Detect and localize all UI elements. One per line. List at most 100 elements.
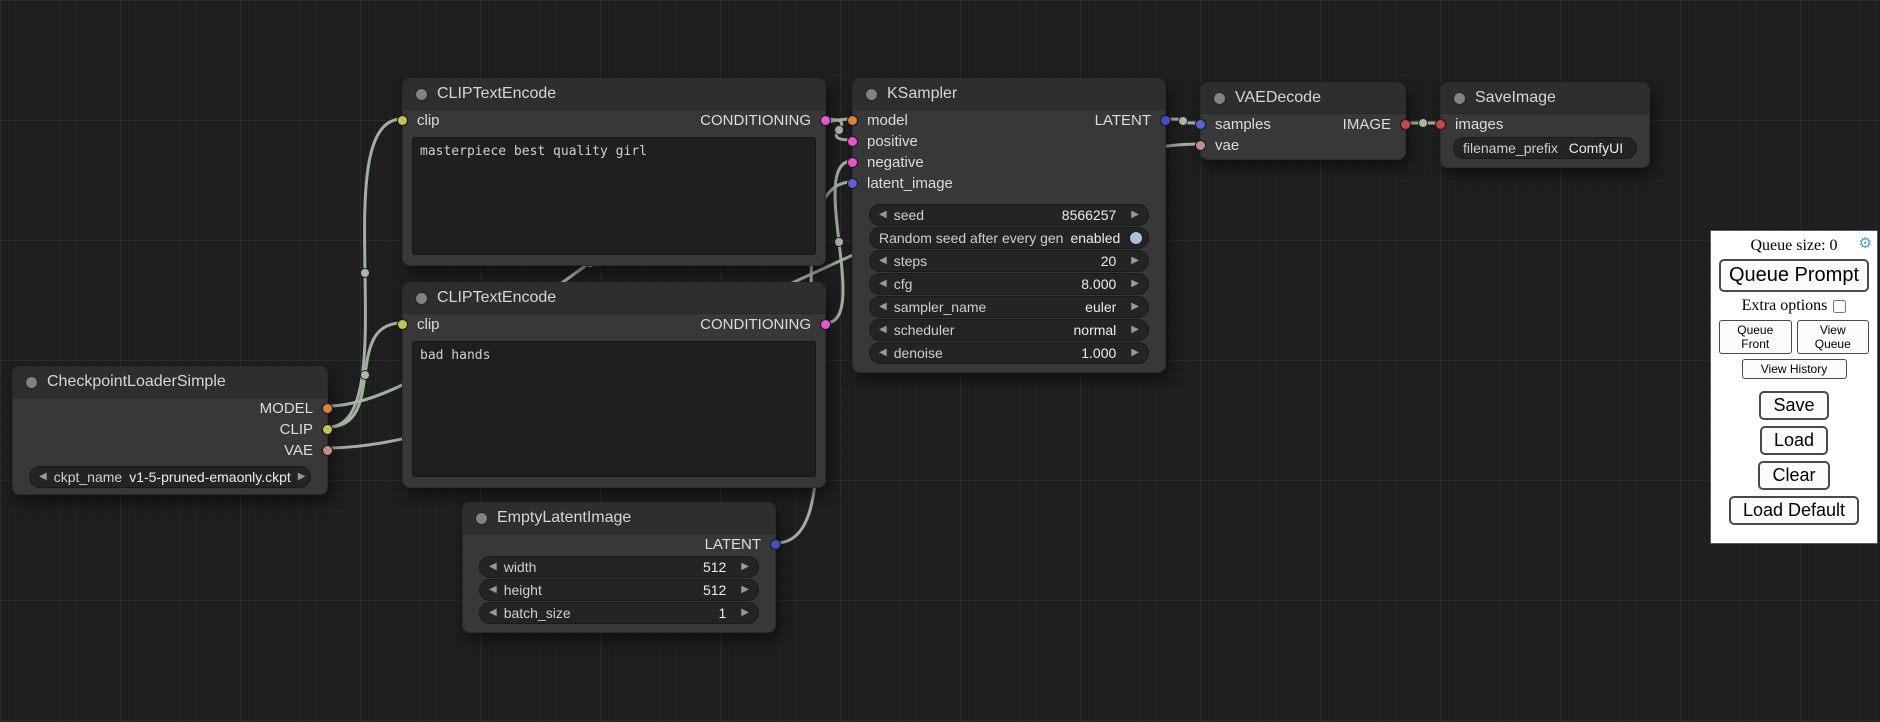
collapse-dot-icon[interactable] (25, 376, 38, 389)
input-slot-vae[interactable] (1195, 140, 1206, 151)
widget-name: seed (894, 207, 924, 223)
decrement-arrow-icon[interactable]: ◀ (489, 585, 497, 595)
input-label-positive: positive (867, 133, 918, 150)
next-option-arrow-icon[interactable]: ▶ (1131, 325, 1139, 335)
clear-button[interactable]: Clear (1758, 461, 1829, 490)
widget-name: steps (894, 253, 927, 269)
load-button[interactable]: Load (1760, 426, 1828, 455)
node-title-bar[interactable]: CLIPTextEncode (403, 283, 825, 314)
batch-size-widget[interactable]: ◀ batch_size 1 ▶ (479, 602, 759, 624)
node-vae-decode[interactable]: VAEDecode samples IMAGE vae (1200, 82, 1406, 160)
node-clip-text-encode-positive[interactable]: CLIPTextEncode clip CONDITIONING masterp… (402, 78, 826, 266)
cfg-widget[interactable]: ◀ cfg 8.000 ▶ (869, 273, 1149, 295)
increment-arrow-icon[interactable]: ▶ (741, 608, 749, 618)
decrement-arrow-icon[interactable]: ◀ (489, 608, 497, 618)
node-title-bar[interactable]: EmptyLatentImage (463, 503, 775, 534)
prev-option-arrow-icon[interactable]: ◀ (879, 302, 887, 312)
collapse-dot-icon[interactable] (1213, 92, 1226, 105)
collapse-dot-icon[interactable] (415, 88, 428, 101)
input-slot-model[interactable] (847, 115, 858, 126)
output-label-clip: CLIP (280, 421, 313, 438)
load-default-button[interactable]: Load Default (1729, 496, 1859, 525)
negative-prompt-textarea[interactable]: bad hands (412, 341, 816, 477)
input-slot-latent-image[interactable] (847, 178, 858, 189)
sampler-name-widget[interactable]: ◀ sampler_name euler ▶ (869, 296, 1149, 318)
toggle-knob[interactable] (1129, 231, 1143, 245)
save-button[interactable]: Save (1759, 391, 1828, 420)
denoise-widget[interactable]: ◀ denoise 1.000 ▶ (869, 342, 1149, 364)
increment-arrow-icon[interactable]: ▶ (1131, 210, 1139, 220)
node-save-image[interactable]: SaveImage images filename_prefix ComfyUI (1440, 82, 1650, 168)
node-title-bar[interactable]: SaveImage (1441, 83, 1649, 114)
settings-gear-icon[interactable]: ⚙ (1859, 236, 1872, 251)
increment-arrow-icon[interactable]: ▶ (1131, 256, 1139, 266)
widget-name: sampler_name (894, 299, 987, 315)
output-label-conditioning: CONDITIONING (700, 316, 811, 333)
widget-value: v1-5-pruned-emaonly.ckpt (129, 469, 291, 485)
height-widget[interactable]: ◀ height 512 ▶ (479, 579, 759, 601)
output-label-latent: LATENT (705, 536, 761, 553)
collapse-dot-icon[interactable] (865, 88, 878, 101)
queue-size-label: Queue size: 0 (1750, 237, 1837, 254)
prev-option-arrow-icon[interactable]: ◀ (39, 472, 47, 482)
comfy-menu-panel: Queue size: 0 ⚙ Queue Prompt Extra optio… (1710, 230, 1878, 544)
increment-arrow-icon[interactable]: ▶ (741, 562, 749, 572)
comfyui-canvas[interactable]: CheckpointLoaderSimple MODEL CLIP VAE ◀ … (0, 0, 1880, 722)
node-title: SaveImage (1475, 89, 1556, 107)
collapse-dot-icon[interactable] (1453, 92, 1466, 105)
increment-arrow-icon[interactable]: ▶ (1131, 348, 1139, 358)
next-option-arrow-icon[interactable]: ▶ (1131, 302, 1139, 312)
widget-value: 512 (543, 559, 734, 575)
next-option-arrow-icon[interactable]: ▶ (298, 472, 306, 482)
output-slot-latent[interactable] (770, 539, 781, 550)
decrement-arrow-icon[interactable]: ◀ (489, 562, 497, 572)
ckpt-name-widget[interactable]: ◀ ckpt_name v1-5-pruned-emaonly.ckpt ▶ (29, 466, 311, 488)
decrement-arrow-icon[interactable]: ◀ (879, 348, 887, 358)
node-title: EmptyLatentImage (497, 509, 631, 527)
width-widget[interactable]: ◀ width 512 ▶ (479, 556, 759, 578)
increment-arrow-icon[interactable]: ▶ (741, 585, 749, 595)
output-slot-image[interactable] (1400, 119, 1411, 130)
steps-widget[interactable]: ◀ steps 20 ▶ (869, 250, 1149, 272)
input-slot-positive[interactable] (847, 136, 858, 147)
increment-arrow-icon[interactable]: ▶ (1131, 279, 1139, 289)
node-graph-canvas[interactable]: CheckpointLoaderSimple MODEL CLIP VAE ◀ … (0, 0, 1880, 722)
output-slot-model[interactable] (322, 403, 333, 414)
node-title-bar[interactable]: CheckpointLoaderSimple (13, 367, 327, 398)
input-slot-images[interactable] (1435, 119, 1446, 130)
view-history-button[interactable]: View History (1742, 359, 1847, 379)
decrement-arrow-icon[interactable]: ◀ (879, 256, 887, 266)
positive-prompt-textarea[interactable]: masterpiece best quality girl (412, 137, 816, 255)
decrement-arrow-icon[interactable]: ◀ (879, 210, 887, 220)
input-slot-negative[interactable] (847, 157, 858, 168)
queue-prompt-button[interactable]: Queue Prompt (1719, 259, 1869, 292)
input-slot-clip[interactable] (397, 115, 408, 126)
view-queue-button[interactable]: View Queue (1797, 320, 1870, 354)
collapse-dot-icon[interactable] (415, 292, 428, 305)
output-slot-latent[interactable] (1160, 115, 1171, 126)
node-empty-latent-image[interactable]: EmptyLatentImage LATENT ◀ width 512 ▶ ◀ … (462, 502, 776, 633)
input-slot-samples[interactable] (1195, 119, 1206, 130)
node-title-bar[interactable]: KSampler (853, 79, 1165, 110)
extra-options-label: Extra options (1742, 297, 1828, 315)
node-ksampler[interactable]: KSampler model LATENT positive negative … (852, 78, 1166, 373)
queue-front-button[interactable]: Queue Front (1719, 320, 1792, 354)
output-label-image: IMAGE (1343, 116, 1391, 133)
seed-widget[interactable]: ◀ seed 8566257 ▶ (869, 204, 1149, 226)
output-slot-conditioning[interactable] (820, 319, 831, 330)
node-title-bar[interactable]: CLIPTextEncode (403, 79, 825, 110)
output-slot-conditioning[interactable] (820, 115, 831, 126)
node-title-bar[interactable]: VAEDecode (1201, 83, 1405, 114)
input-slot-clip[interactable] (397, 319, 408, 330)
filename-prefix-widget[interactable]: filename_prefix ComfyUI (1453, 137, 1637, 159)
extra-options-checkbox[interactable] (1833, 300, 1846, 313)
output-slot-clip[interactable] (322, 424, 333, 435)
decrement-arrow-icon[interactable]: ◀ (879, 279, 887, 289)
random-seed-toggle-widget[interactable]: Random seed after every gen enabled (869, 227, 1149, 249)
collapse-dot-icon[interactable] (475, 512, 488, 525)
node-checkpoint-loader[interactable]: CheckpointLoaderSimple MODEL CLIP VAE ◀ … (12, 366, 328, 495)
output-slot-vae[interactable] (322, 445, 333, 456)
node-clip-text-encode-negative[interactable]: CLIPTextEncode clip CONDITIONING bad han… (402, 282, 826, 488)
prev-option-arrow-icon[interactable]: ◀ (879, 325, 887, 335)
scheduler-widget[interactable]: ◀ scheduler normal ▶ (869, 319, 1149, 341)
